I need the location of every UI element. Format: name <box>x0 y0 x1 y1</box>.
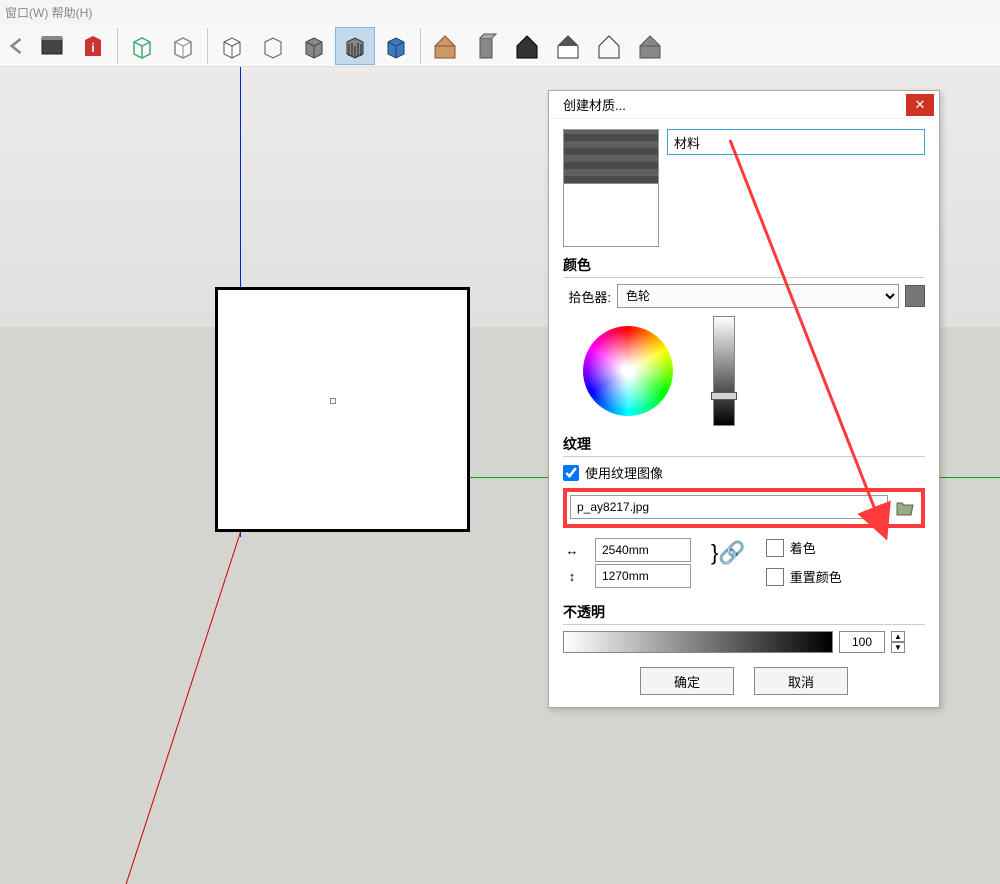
reset-color-label: 重置颜色 <box>790 567 842 586</box>
picker-select[interactable]: 色轮 <box>617 284 899 308</box>
texture-height-input[interactable] <box>595 564 691 588</box>
opacity-slider[interactable] <box>563 631 833 653</box>
cube-open-icon[interactable] <box>163 27 203 65</box>
browse-button[interactable] <box>892 495 918 521</box>
use-texture-checkbox[interactable] <box>563 465 579 481</box>
color-wheel[interactable] <box>583 326 673 416</box>
opacity-input[interactable] <box>839 631 885 653</box>
texture-section-header: 纹理 <box>563 434 925 457</box>
toolbar: i <box>0 25 1000 67</box>
reset-color-swatch[interactable] <box>766 568 784 586</box>
value-slider[interactable] <box>713 316 735 426</box>
file-icon[interactable] <box>32 27 72 65</box>
box1-icon[interactable] <box>212 27 252 65</box>
texture-file-input[interactable] <box>570 495 888 519</box>
link-dims-icon[interactable]: }🔗 <box>711 536 746 566</box>
material-preview <box>563 129 659 247</box>
use-texture-label: 使用纹理图像 <box>585 463 663 482</box>
height-icon: ↕ <box>563 569 581 584</box>
box-stripe-icon[interactable] <box>335 27 375 65</box>
house-flat-icon[interactable] <box>630 27 670 65</box>
close-button[interactable]: ✕ <box>906 94 934 116</box>
info-icon[interactable]: i <box>73 27 113 65</box>
building-icon[interactable] <box>466 27 506 65</box>
ok-button[interactable]: 确定 <box>640 667 734 695</box>
color-section-header: 颜色 <box>563 255 925 278</box>
current-color-swatch[interactable] <box>905 285 925 307</box>
box2-icon[interactable] <box>253 27 293 65</box>
width-icon: ↔ <box>563 543 581 558</box>
material-name-input[interactable] <box>667 129 925 155</box>
texture-file-row <box>563 488 925 528</box>
colorize-label: 着色 <box>790 538 816 557</box>
box3-icon[interactable] <box>294 27 334 65</box>
opacity-section-header: 不透明 <box>563 602 925 625</box>
picker-label: 拾色器: <box>563 287 611 306</box>
svg-text:i: i <box>91 41 94 55</box>
create-material-dialog: 创建材质... ✕ 颜色 拾色器: 色轮 纹理 使用纹理图像 <box>548 90 940 708</box>
cancel-button[interactable]: 取消 <box>754 667 848 695</box>
house-line-icon[interactable] <box>589 27 629 65</box>
house-color-icon[interactable] <box>425 27 465 65</box>
colorize-checkbox[interactable] <box>766 539 784 557</box>
opacity-spinner[interactable]: ▲▼ <box>891 631 905 653</box>
house-roof-icon[interactable] <box>548 27 588 65</box>
menu-text[interactable]: 窗口(W) 帮助(H) <box>5 4 92 21</box>
box-blue-icon[interactable] <box>376 27 416 65</box>
house-bw-icon[interactable] <box>507 27 547 65</box>
cube-wire-icon[interactable] <box>122 27 162 65</box>
texture-width-input[interactable] <box>595 538 691 562</box>
menu-bar: 窗口(W) 帮助(H) <box>0 0 1000 25</box>
dialog-title: 创建材质... <box>563 95 626 114</box>
model-face[interactable] <box>215 287 470 532</box>
undo-button[interactable] <box>3 27 31 65</box>
